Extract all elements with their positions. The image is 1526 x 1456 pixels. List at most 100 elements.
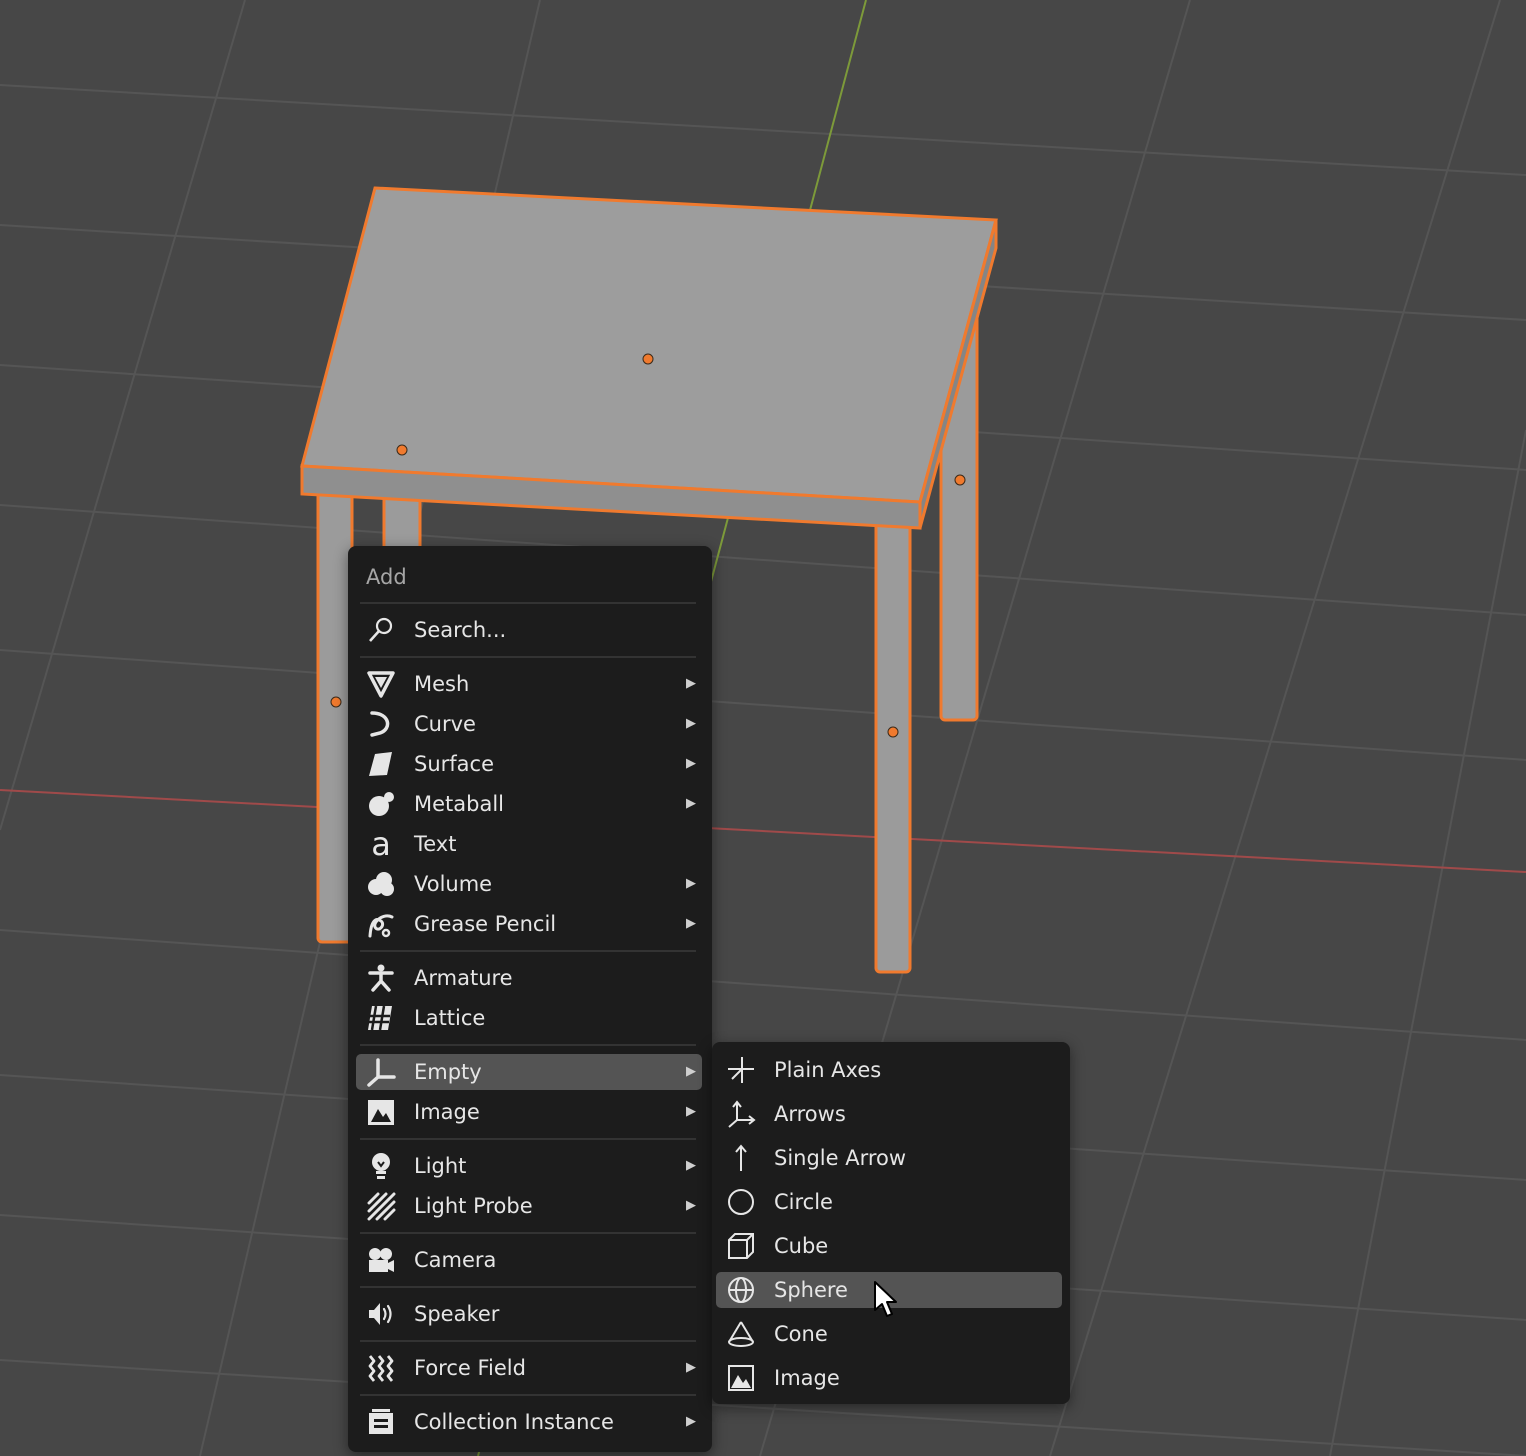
lattice-icon — [366, 1003, 396, 1033]
search-label: Search... — [414, 618, 507, 642]
menu-item-label: Surface — [414, 752, 495, 776]
menu-item-label: Collection Instance — [414, 1410, 614, 1434]
speaker-icon — [366, 1299, 396, 1329]
armature-icon — [366, 963, 396, 993]
table-top — [300, 186, 998, 504]
submenu-item-image[interactable]: Image — [716, 1360, 1062, 1396]
menu-item-label: Metaball — [414, 792, 505, 816]
submenu-arrow-icon: ▶ — [686, 756, 696, 771]
menu-item-collection-instance[interactable]: Collection Instance ▶ — [356, 1404, 702, 1440]
menu-item-label: Lattice — [414, 1006, 486, 1030]
table-leg — [316, 490, 354, 944]
submenu-arrow-icon: ▶ — [686, 916, 696, 931]
object-origin — [954, 474, 966, 486]
menu-item-lattice[interactable]: Lattice — [356, 1000, 702, 1036]
menu-item-grease-pencil[interactable]: Grease Pencil ▶ — [356, 906, 702, 942]
menu-item-light-probe[interactable]: Light Probe ▶ — [356, 1188, 702, 1224]
menu-separator — [360, 1044, 696, 1046]
mesh-icon — [366, 669, 396, 699]
menu-item-mesh[interactable]: Mesh ▶ — [356, 666, 702, 702]
force-field-icon — [366, 1353, 396, 1383]
menu-item-empty[interactable]: Empty ▶ — [356, 1054, 702, 1090]
submenu-arrow-icon: ▶ — [686, 676, 696, 691]
object-origin — [330, 696, 342, 708]
menu-item-armature[interactable]: Armature — [356, 960, 702, 996]
submenu-arrow-icon: ▶ — [686, 1360, 696, 1375]
submenu-item-circle[interactable]: Circle — [716, 1184, 1062, 1220]
menu-item-label: Empty — [414, 1060, 482, 1084]
menu-item-light[interactable]: Light ▶ — [356, 1148, 702, 1184]
menu-item-volume[interactable]: Volume ▶ — [356, 866, 702, 902]
text-icon: a — [366, 829, 396, 859]
menu-separator — [360, 1394, 696, 1396]
image-icon — [366, 1097, 396, 1127]
cube-icon — [726, 1231, 756, 1261]
menu-item-curve[interactable]: Curve ▶ — [356, 706, 702, 742]
menu-item-label: Image — [414, 1100, 480, 1124]
menu-title: Add — [366, 565, 407, 589]
menu-item-label: Volume — [414, 872, 493, 896]
object-origin — [396, 444, 408, 456]
menu-item-label: Light Probe — [414, 1194, 533, 1218]
menu-item-label: Mesh — [414, 672, 470, 696]
search-icon — [366, 615, 396, 645]
menu-item-label: Light — [414, 1154, 467, 1178]
menu-item-text[interactable]: a Text — [356, 826, 702, 862]
menu-item-image[interactable]: Image ▶ — [356, 1094, 702, 1130]
submenu-item-cone[interactable]: Cone — [716, 1316, 1062, 1352]
menu-separator — [360, 1340, 696, 1342]
submenu-item-label: Sphere — [774, 1278, 848, 1302]
menu-separator — [360, 1286, 696, 1288]
object-origin — [642, 353, 654, 365]
menu-item-label: Camera — [414, 1248, 497, 1272]
menu-item-label: Grease Pencil — [414, 912, 557, 936]
menu-item-surface[interactable]: Surface ▶ — [356, 746, 702, 782]
x-axis-line — [0, 789, 1526, 873]
submenu-arrow-icon: ▶ — [686, 876, 696, 891]
object-origin — [887, 726, 899, 738]
metaball-icon — [366, 789, 396, 819]
menu-separator — [360, 656, 696, 658]
submenu-arrow-icon: ▶ — [686, 1198, 696, 1213]
submenu-item-single-arrow[interactable]: Single Arrow — [716, 1140, 1062, 1176]
submenu-arrow-icon: ▶ — [686, 1158, 696, 1173]
menu-item-force-field[interactable]: Force Field ▶ — [356, 1350, 702, 1386]
volume-icon — [366, 869, 396, 899]
submenu-item-cube[interactable]: Cube — [716, 1228, 1062, 1264]
camera-icon — [366, 1245, 396, 1275]
submenu-item-label: Cube — [774, 1234, 829, 1258]
submenu-item-label: Image — [774, 1366, 840, 1390]
plain-axes-icon — [726, 1055, 756, 1085]
menu-separator — [360, 1232, 696, 1234]
menu-separator — [360, 602, 696, 604]
submenu-arrow-icon: ▶ — [686, 1104, 696, 1119]
light-icon — [366, 1151, 396, 1181]
svg-text:a: a — [371, 829, 391, 859]
submenu-item-label: Cone — [774, 1322, 828, 1346]
sphere-icon — [726, 1275, 756, 1305]
submenu-item-label: Arrows — [774, 1102, 846, 1126]
search-menu-item[interactable]: Search... — [356, 612, 702, 648]
arrows-icon — [726, 1099, 756, 1129]
collection-instance-icon — [366, 1407, 396, 1437]
grease-pencil-icon — [366, 909, 396, 939]
empty-submenu: Plain Axes Arrows Single Arrow Circle Cu… — [712, 1042, 1070, 1404]
curve-icon — [366, 709, 396, 739]
submenu-item-arrows[interactable]: Arrows — [716, 1096, 1062, 1132]
menu-item-label: Text — [414, 832, 457, 856]
submenu-item-label: Plain Axes — [774, 1058, 882, 1082]
circle-icon — [726, 1187, 756, 1217]
submenu-arrow-icon: ▶ — [686, 716, 696, 731]
submenu-item-plain-axes[interactable]: Plain Axes — [716, 1052, 1062, 1088]
menu-item-label: Force Field — [414, 1356, 526, 1380]
submenu-item-label: Circle — [774, 1190, 833, 1214]
menu-separator — [360, 950, 696, 952]
menu-item-speaker[interactable]: Speaker — [356, 1296, 702, 1332]
menu-item-metaball[interactable]: Metaball ▶ — [356, 786, 702, 822]
menu-item-camera[interactable]: Camera — [356, 1242, 702, 1278]
menu-separator — [360, 1138, 696, 1140]
surface-icon — [366, 749, 396, 779]
submenu-arrow-icon: ▶ — [686, 1064, 696, 1079]
empty-icon — [366, 1057, 396, 1087]
add-menu: Add Search... Mesh ▶ Curve ▶ Surface ▶ M… — [348, 546, 712, 1452]
